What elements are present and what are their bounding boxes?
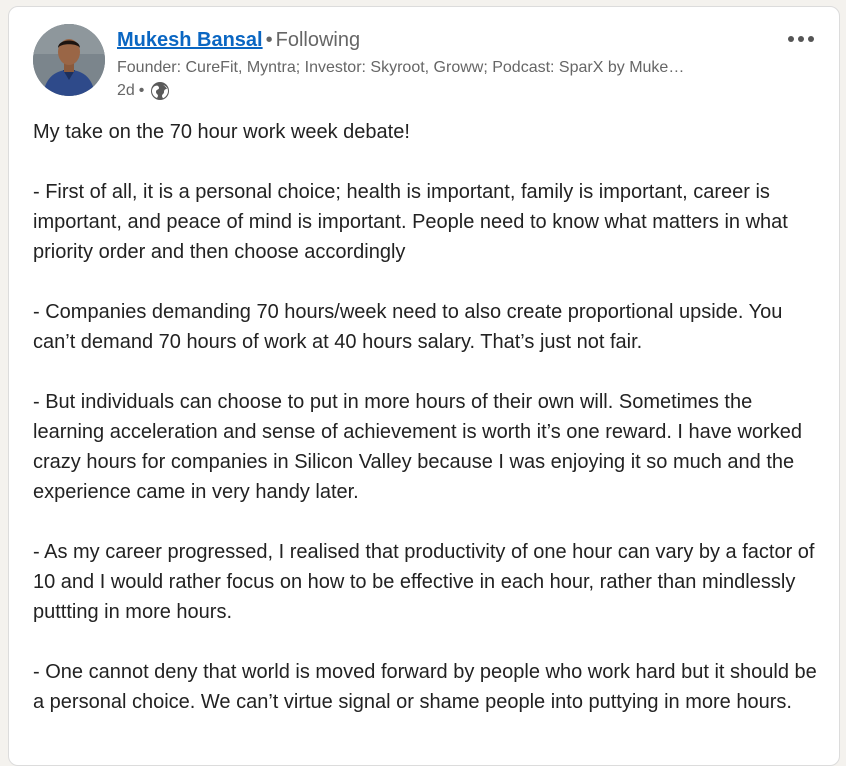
author-headline: Founder: CureFit, Myntra; Investor: Skyr…: [117, 59, 685, 76]
post-timestamp: 2d: [117, 82, 135, 99]
author-line: Mukesh Bansal • Following: [117, 27, 360, 53]
post-card: Mukesh Bansal • Following Founder: CureFit…: [8, 6, 840, 766]
post-body: My take on the 70 hour work week debate!…: [33, 117, 825, 747]
author-name-link[interactable]: Mukesh Bansal: [117, 29, 263, 51]
more-options-icon-dot: [808, 36, 814, 42]
post-paragraph: My take on the 70 hour work week debate!: [33, 121, 410, 143]
meta-separator: •: [138, 82, 145, 99]
more-options-icon-dot: [798, 36, 804, 42]
follow-status: Following: [275, 29, 361, 51]
globe-icon: [150, 81, 170, 101]
post-paragraph: - First of all, it is a personal choice;…: [33, 181, 788, 263]
more-options-button[interactable]: [783, 27, 819, 51]
post-paragraph: - One cannot deny that world is moved fo…: [33, 661, 817, 713]
follow-separator: •: [265, 29, 273, 51]
post-paragraph: - But individuals can choose to put in m…: [33, 391, 802, 503]
post-paragraph: - Companies demanding 70 hours/week need…: [33, 301, 783, 353]
post-meta: 2d •: [117, 80, 170, 102]
author-avatar[interactable]: [33, 24, 105, 96]
post-paragraph: - As my career progressed, I realised th…: [33, 541, 815, 623]
more-options-icon: [788, 36, 794, 42]
avatar-image: [33, 24, 105, 96]
